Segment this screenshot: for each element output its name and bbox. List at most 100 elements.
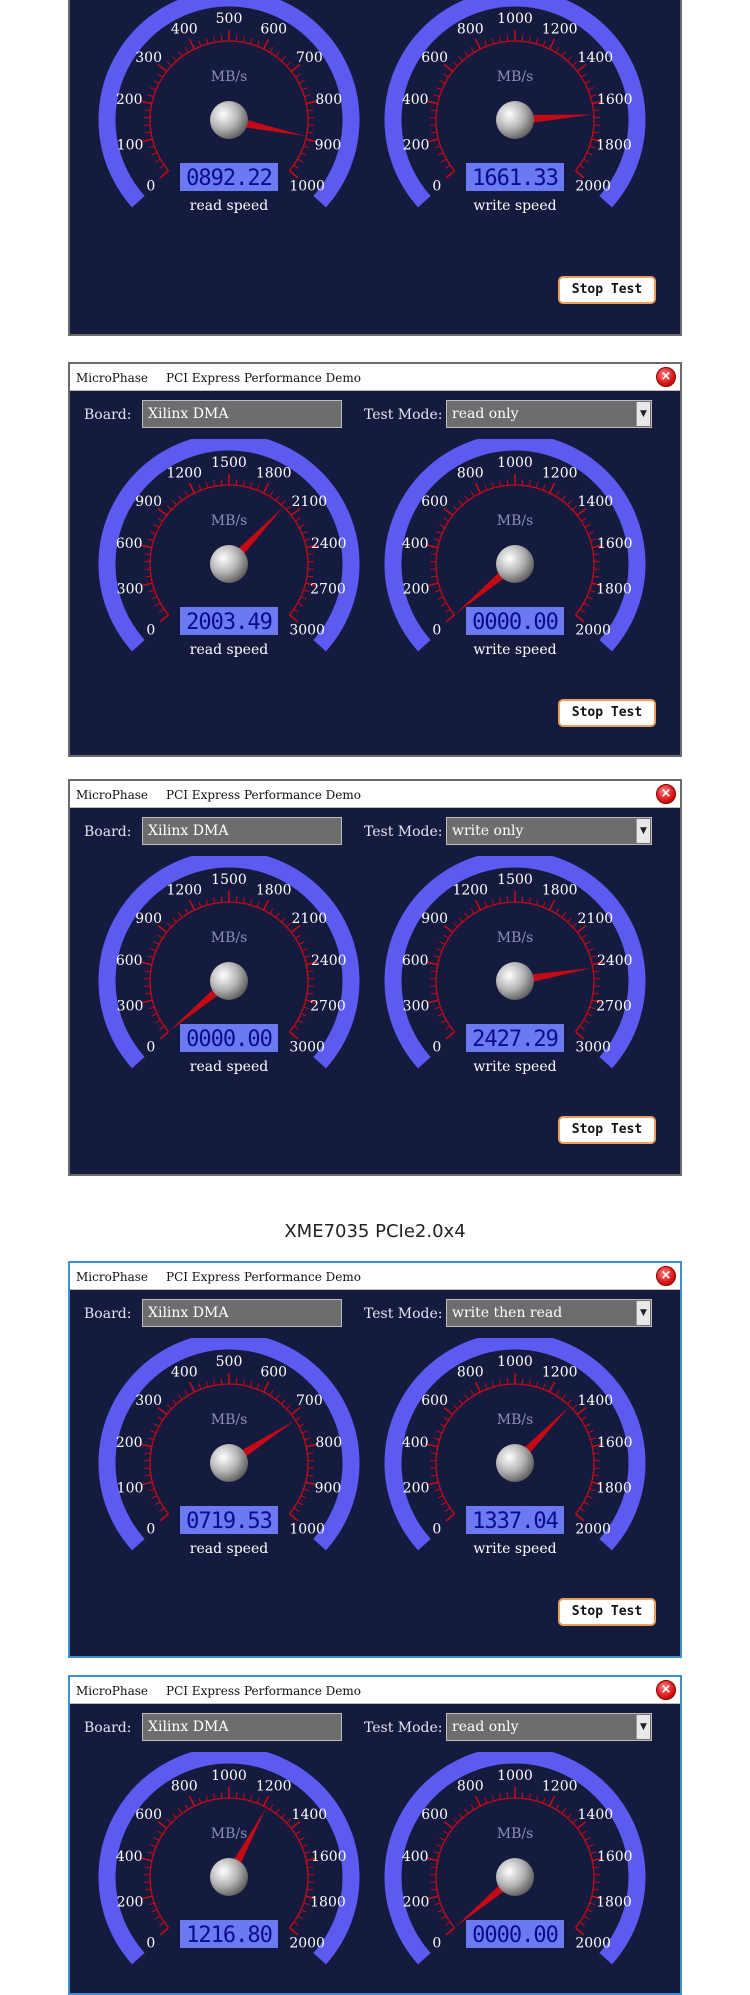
gauge-minor-tick (173, 1399, 177, 1403)
gauge-minor-tick (500, 897, 501, 903)
gauge-minor-tick (154, 942, 159, 945)
close-icon[interactable]: × (656, 784, 676, 804)
stop-test-button[interactable]: Stop Test (558, 1116, 656, 1144)
gauge-minor-tick (158, 1831, 163, 1834)
gauge-minor-tick (459, 500, 463, 504)
test-mode-select[interactable]: read only▼ (446, 1713, 652, 1741)
gauge-minor-tick (159, 1922, 164, 1925)
gauge-minor-tick (295, 518, 300, 521)
close-icon[interactable]: × (656, 1266, 676, 1286)
board-field[interactable]: Xilinx DMA (142, 1713, 342, 1741)
gauge-minor-tick (590, 956, 596, 958)
gauge-minor-tick (185, 47, 188, 52)
chevron-down-icon[interactable]: ▼ (636, 819, 650, 843)
test-mode-select[interactable]: read only▼ (446, 400, 652, 428)
gauge-minor-tick (236, 35, 237, 41)
gauge-minor-tick (435, 1489, 441, 1491)
gauge-minor-tick (307, 132, 313, 133)
gauge-minor-tick (158, 74, 163, 77)
gauge-unit-label: MB/s (497, 513, 534, 529)
gauge-minor-tick (152, 153, 157, 155)
stop-test-button[interactable]: Stop Test (558, 276, 656, 304)
gauge-minor-tick (145, 1867, 151, 1868)
board-field[interactable]: Xilinx DMA (142, 400, 342, 428)
gauge-minor-tick (584, 603, 589, 606)
gauge-caption: write speed (473, 1541, 556, 1557)
gauge-minor-tick (257, 41, 259, 47)
gauge-minor-tick (167, 62, 171, 66)
gauge-minor-tick (302, 88, 308, 90)
close-icon[interactable]: × (656, 367, 676, 387)
gauge-minor-tick (459, 1399, 463, 1403)
gauge-tick-label: 3000 (289, 623, 325, 639)
board-field[interactable]: Xilinx DMA (142, 1299, 342, 1327)
gauge-major-tick (190, 1796, 195, 1806)
close-icon[interactable]: × (656, 1680, 676, 1700)
gauge-hub (496, 1858, 534, 1896)
gauge-minor-tick (145, 1889, 151, 1890)
gauge-tick-label: 900 (315, 138, 342, 154)
chevron-down-icon[interactable]: ▼ (636, 402, 650, 426)
board-label: Board: (84, 1720, 131, 1736)
gauge-hub (496, 1444, 534, 1482)
gauge-major-tick (550, 1382, 555, 1392)
test-mode-select[interactable]: write only▼ (446, 817, 652, 845)
gauge-minor-tick (307, 554, 313, 555)
gauge-minor-tick (580, 1026, 585, 1029)
gauge-unit-label: MB/s (211, 69, 248, 85)
gauge-minor-tick (299, 81, 304, 84)
gauge-major-tick (190, 1382, 195, 1392)
gauge-minor-tick (155, 1502, 160, 1505)
gauge-minor-tick (145, 110, 151, 111)
gauge-minor-tick (444, 1831, 449, 1834)
gauge-minor-tick (307, 110, 313, 111)
gauge-tick-label: 2000 (575, 1522, 611, 1538)
board-label: Board: (84, 1306, 131, 1322)
board-field[interactable]: Xilinx DMA (142, 817, 342, 845)
gauge-minor-tick (295, 935, 300, 938)
chevron-down-icon[interactable]: ▼ (636, 1715, 650, 1739)
gauge-minor-tick (543, 485, 545, 491)
gauge-minor-tick (281, 1813, 285, 1817)
speed-gauge: 01002003004005006007008009001000MB/s0719… (92, 1338, 366, 1568)
gauge-minor-tick (567, 1399, 571, 1403)
stop-test-button[interactable]: Stop Test (558, 1598, 656, 1626)
gauge-major-tick (190, 39, 195, 49)
stop-test-button[interactable]: Stop Test (558, 699, 656, 727)
gauge-minor-tick (145, 576, 151, 577)
gauge-minor-tick (152, 1014, 157, 1016)
gauge-unit-label: MB/s (497, 69, 534, 85)
gauge-minor-tick (145, 1475, 151, 1476)
gauge-tick-label: 500 (216, 1354, 243, 1370)
gauge-minor-tick (435, 146, 441, 148)
gauge-unit-label: MB/s (497, 1826, 534, 1842)
gauge-minor-tick (257, 1798, 259, 1804)
gauge-minor-tick (301, 153, 306, 155)
gauge-tick-label: 400 (116, 1849, 143, 1865)
gauge-minor-tick (270, 47, 273, 52)
gauge-major-tick (476, 39, 481, 49)
gauge-minor-tick (590, 1438, 596, 1440)
gauge-minor-tick (150, 1845, 156, 1847)
demo-window: MicroPhasePCI Express Performance Demo×B… (68, 0, 682, 336)
gauge-minor-tick (298, 603, 303, 606)
gauge-minor-tick (492, 1795, 494, 1801)
gauge-minor-tick (243, 897, 244, 903)
gauge-tick-label: 300 (403, 999, 430, 1015)
chevron-down-icon[interactable]: ▼ (636, 1301, 650, 1325)
gauge-tick-label: 2400 (311, 953, 347, 969)
gauge-minor-tick (431, 1453, 437, 1454)
gauge-minor-tick (492, 899, 494, 905)
gauge-minor-tick (584, 1020, 589, 1023)
gauge-minor-tick (307, 1867, 313, 1868)
gauge-minor-tick (302, 532, 308, 534)
gauge-tick-label: 0 (146, 623, 155, 639)
gauge-minor-tick (298, 1020, 303, 1023)
gauge-tick-label: 1600 (597, 1849, 633, 1865)
gauge-minor-tick (301, 1496, 306, 1498)
gauge-major-tick (476, 1796, 481, 1806)
gauge-minor-tick (434, 956, 440, 958)
gauge-unit-label: MB/s (211, 930, 248, 946)
gauge-tick-label: 300 (117, 582, 144, 598)
test-mode-select[interactable]: write then read▼ (446, 1299, 652, 1327)
